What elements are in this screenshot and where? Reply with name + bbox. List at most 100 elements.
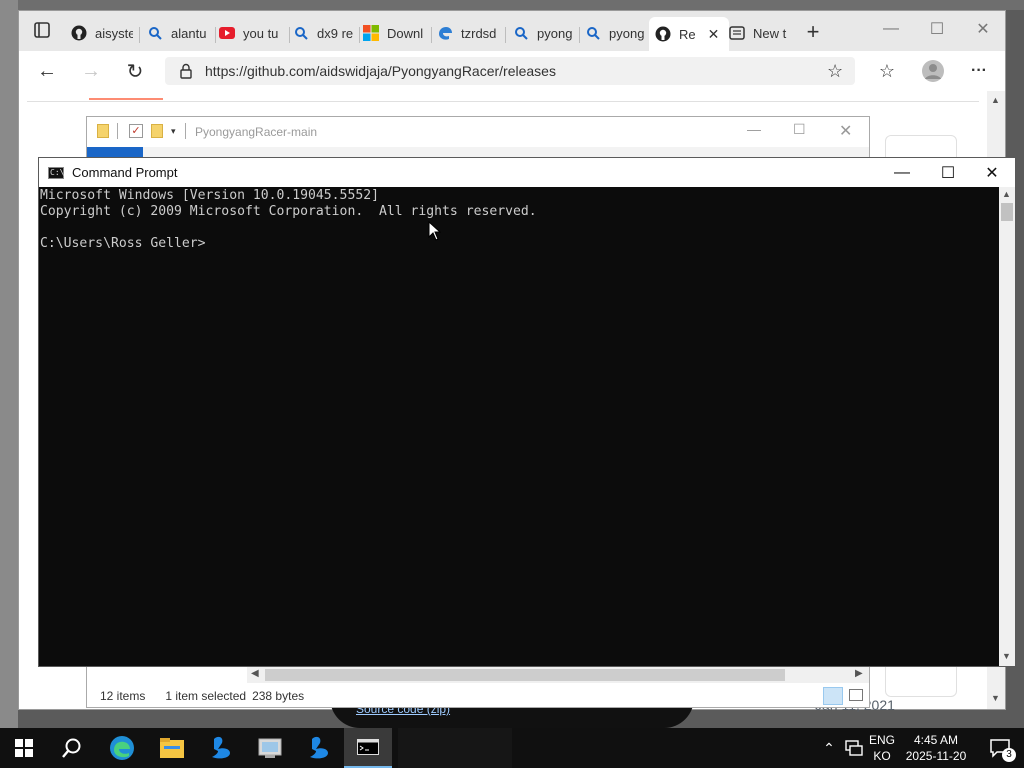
- tab-7[interactable]: pyong: [513, 20, 575, 46]
- tab-9-active[interactable]: Re ✕: [649, 17, 729, 51]
- browser-minimize-icon[interactable]: —: [871, 17, 911, 41]
- clock[interactable]: 4:45 AM 2025-11-20: [900, 732, 972, 764]
- youtube-icon: [219, 25, 235, 41]
- scroll-up-icon[interactable]: ▲: [1002, 189, 1011, 199]
- title-separator: [117, 123, 118, 139]
- cmd-title-bar[interactable]: C:\ Command Prompt — ☐ ✕: [39, 158, 1015, 187]
- desktop-background: [0, 0, 1024, 10]
- title-separator: [185, 123, 186, 139]
- scroll-down-icon[interactable]: ▼: [991, 693, 1000, 703]
- forward-arrow-icon[interactable]: →: [79, 59, 103, 83]
- refresh-icon[interactable]: ↻: [123, 59, 147, 83]
- tab-actions-icon[interactable]: [33, 21, 51, 39]
- cmd-maximize-icon[interactable]: ☐: [925, 158, 971, 187]
- search-icon: [513, 25, 529, 41]
- cmd-app-icon: C:\: [48, 166, 65, 179]
- status-selected: 1 item selected: [165, 689, 247, 703]
- tab-3[interactable]: you tu: [219, 20, 281, 46]
- status-size: 238 bytes: [252, 689, 305, 703]
- scroll-thumb[interactable]: [265, 669, 785, 681]
- large-icons-view-icon[interactable]: [849, 689, 863, 701]
- newtab-icon: [729, 25, 745, 41]
- tab-1[interactable]: aisyste: [71, 20, 133, 46]
- show-hidden-icons-chevron-icon[interactable]: ⌃: [816, 728, 842, 768]
- back-arrow-icon[interactable]: ←: [35, 59, 59, 83]
- edge-icon: [437, 25, 453, 41]
- more-options-icon[interactable]: ···: [967, 59, 991, 83]
- tab-separator: [431, 27, 432, 43]
- file-explorer-icon[interactable]: [148, 728, 196, 768]
- explorer-status-bar: 12 items 1 item selected 238 bytes: [87, 685, 869, 707]
- control-panel-icon[interactable]: [246, 728, 294, 768]
- active-page-tab-underline: [89, 98, 163, 100]
- explorer-horizontal-scrollbar[interactable]: ◀ ▶: [247, 667, 869, 683]
- search-icon[interactable]: [48, 728, 96, 768]
- cmd-title: Command Prompt: [72, 165, 178, 180]
- properties-checkmark-icon[interactable]: ✓: [129, 124, 143, 138]
- new-folder-icon[interactable]: [151, 124, 163, 138]
- tab-label: you tu: [243, 25, 279, 41]
- swan-app-icon[interactable]: [196, 728, 244, 768]
- search-icon: [585, 25, 601, 41]
- tab-separator: [579, 27, 580, 43]
- console-prompt: C:\Users\Ross Geller>: [40, 236, 206, 251]
- scroll-right-icon[interactable]: ▶: [855, 668, 863, 679]
- desktop-background-left: [0, 0, 18, 728]
- language-bottom: KO: [873, 749, 891, 763]
- status-item-count: 12 items: [100, 689, 146, 703]
- tab-6[interactable]: tzrdsd: [437, 20, 499, 46]
- explorer-maximize-icon[interactable]: ☐: [793, 121, 806, 138]
- tab-label: pyong: [609, 25, 645, 41]
- taskbar-empty-slot: [398, 728, 512, 768]
- microsoft-icon: [363, 25, 379, 41]
- cmd-vertical-scrollbar[interactable]: ▲ ▼: [999, 187, 1015, 666]
- tab-separator: [215, 27, 216, 43]
- tab-10[interactable]: New t: [729, 20, 793, 46]
- page-divider: [27, 101, 979, 102]
- network-icon[interactable]: [842, 728, 866, 768]
- command-prompt-taskbar-icon[interactable]: [344, 728, 392, 768]
- explorer-title: PyongyangRacer-main: [195, 125, 318, 139]
- taskbar: ⌃ ENG KO 4:45 AM 2025-11-20 3: [0, 728, 1024, 768]
- url-text: https://github.com/aidswidjaja/Pyongyang…: [205, 63, 556, 79]
- clock-date: 2025-11-20: [905, 749, 967, 763]
- tab-5[interactable]: Downl: [363, 20, 425, 46]
- address-bar[interactable]: https://github.com/aidswidjaja/Pyongyang…: [165, 57, 855, 85]
- cmd-console-output[interactable]: Microsoft Windows [Version 10.0.19045.55…: [39, 187, 999, 666]
- explorer-close-icon[interactable]: ✕: [839, 121, 852, 141]
- profile-avatar[interactable]: [921, 59, 945, 83]
- notification-center-icon[interactable]: 3: [976, 728, 1024, 768]
- tab-separator: [289, 27, 290, 43]
- quick-access-dropdown-icon[interactable]: ▾: [171, 126, 176, 137]
- command-prompt-window: C:\ Command Prompt — ☐ ✕ Microsoft Windo…: [38, 157, 1016, 667]
- clock-time: 4:45 AM: [913, 733, 959, 747]
- github-icon: [71, 25, 87, 41]
- tab-4[interactable]: dx9 re: [293, 20, 355, 46]
- language-indicator[interactable]: ENG KO: [866, 732, 898, 764]
- edge-icon[interactable]: [98, 728, 146, 768]
- add-favorite-icon[interactable]: ☆: [827, 61, 843, 82]
- cmd-minimize-icon[interactable]: —: [879, 158, 925, 187]
- cmd-close-icon[interactable]: ✕: [969, 158, 1015, 187]
- start-windows-icon[interactable]: [0, 728, 48, 768]
- tab-8[interactable]: pyong: [585, 20, 647, 46]
- scroll-left-icon[interactable]: ◀: [251, 668, 259, 679]
- lock-icon[interactable]: [179, 63, 193, 79]
- details-view-icon[interactable]: [823, 687, 843, 705]
- browser-maximize-icon[interactable]: ☐: [917, 17, 957, 41]
- github-icon: [655, 26, 671, 42]
- tab-2[interactable]: alantu: [147, 20, 209, 46]
- close-tab-icon[interactable]: ✕: [708, 26, 720, 43]
- favorites-icon[interactable]: ☆: [875, 59, 899, 83]
- swan-app-icon-2[interactable]: [294, 728, 342, 768]
- scroll-down-icon[interactable]: ▼: [1002, 651, 1011, 661]
- scroll-thumb[interactable]: [1001, 203, 1013, 221]
- console-line: Microsoft Windows [Version 10.0.19045.55…: [40, 188, 379, 203]
- new-tab-plus-icon[interactable]: +: [803, 21, 823, 43]
- scroll-up-icon[interactable]: ▲: [991, 95, 1000, 105]
- tab-label: alantu: [171, 25, 207, 41]
- tab-label: Downl: [387, 25, 424, 41]
- browser-close-icon[interactable]: ✕: [963, 17, 1003, 41]
- explorer-minimize-icon[interactable]: —: [747, 121, 761, 137]
